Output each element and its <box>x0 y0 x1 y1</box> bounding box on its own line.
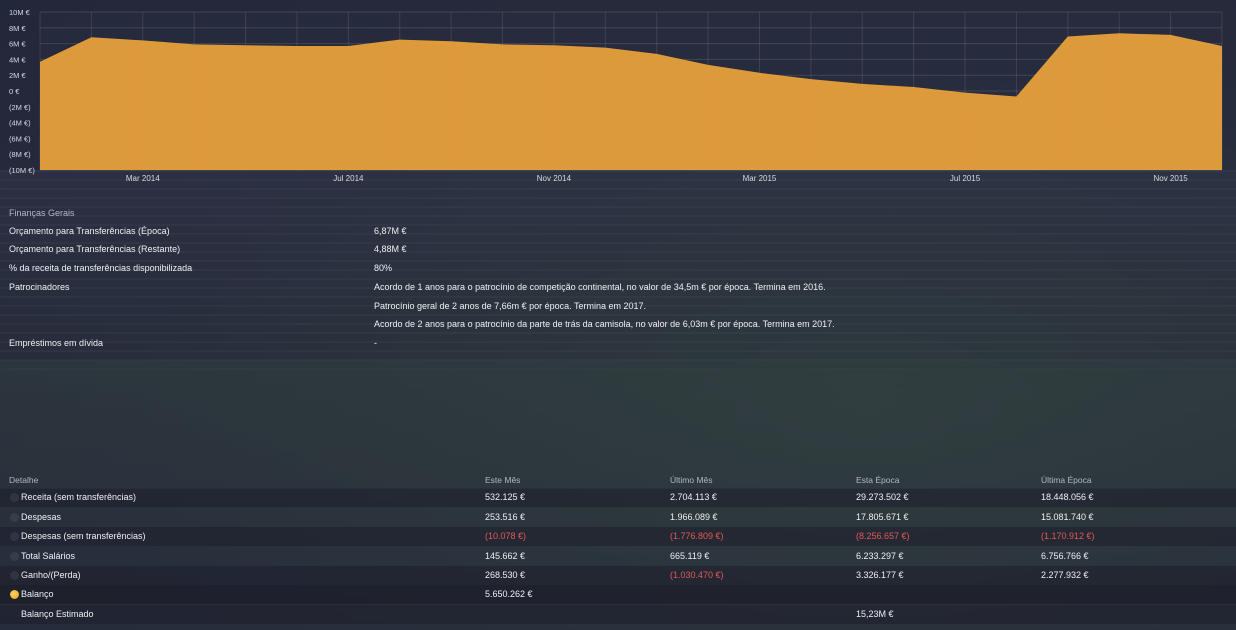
x-tick-label: Nov 2014 <box>537 174 572 183</box>
sponsor-deal-general: Patrocínio geral de 2 anos de 7,66m € po… <box>374 301 647 311</box>
cell-this-month: 268.530 € <box>485 570 526 580</box>
estimated-balance-label: Balanço Estimado <box>21 609 94 619</box>
x-tick-label: Mar 2014 <box>126 174 160 183</box>
header-last-season[interactable]: Última Época <box>1041 475 1092 485</box>
header-detail[interactable]: Detalhe <box>9 475 38 485</box>
fin-label: Patrocinadores <box>9 282 70 292</box>
y-tick-label: 0 € <box>9 87 20 96</box>
cell-this-month: (10.078 €) <box>485 531 527 541</box>
table-row[interactable]: Total Salários 145.662 € 665.119 € 6.233… <box>0 547 1236 566</box>
y-tick-label: 2M € <box>9 71 27 80</box>
row-label: Despesas (sem transferências) <box>21 531 146 541</box>
fin-value: 4,88M € <box>374 244 407 254</box>
row-bullet-icon <box>10 513 19 522</box>
y-tick-label: 10M € <box>9 8 31 17</box>
row-bullet-icon <box>10 532 19 541</box>
general-finances-title: Finanças Gerais <box>9 208 75 218</box>
fin-label: % da receita de transferências disponibi… <box>9 263 193 273</box>
cell-this-month: 532.125 € <box>485 492 526 502</box>
balance-row[interactable]: Balanço 5.650.262 € <box>0 585 1236 604</box>
table-row[interactable]: Ganho/(Perda) 268.530 € (1.030.470 €) 3.… <box>0 566 1236 585</box>
fin-row-loans: Empréstimos em dívida - <box>0 334 1236 352</box>
fin-row-sponsor-3: Acordo de 2 anos para o patrocínio da pa… <box>0 315 1236 333</box>
row-label: Ganho/(Perda) <box>21 570 81 580</box>
fin-row-sponsor-2: Patrocínio geral de 2 anos de 7,66m € po… <box>0 297 1236 315</box>
row-bullet-icon <box>10 552 19 561</box>
x-tick-label: Mar 2015 <box>743 174 777 183</box>
cell-last-season: 15.081.740 € <box>1041 512 1094 522</box>
y-tick-label: (6M €) <box>9 134 31 143</box>
table-row[interactable]: Despesas (sem transferências) (10.078 €)… <box>0 527 1236 546</box>
row-bullet-icon <box>10 493 19 502</box>
fin-row-transfer-budget-season: Orçamento para Transferências (Época) 6,… <box>0 222 1236 240</box>
row-label: Total Salários <box>21 551 76 561</box>
sponsor-deal-continental: Acordo de 1 anos para o patrocínio de co… <box>374 282 826 292</box>
y-tick-label: (4M €) <box>9 119 31 128</box>
cell-this-season: (8.256.657 €) <box>856 531 910 541</box>
finance-area-chart: 10M € 8M € 6M € 4M € 2M € 0 € (2M €) (4M €) (6M … <box>9 8 1223 183</box>
table-row[interactable]: Despesas 253.516 € 1.966.089 € 17.805.67… <box>0 508 1236 527</box>
header-last-month[interactable]: Último Mês <box>670 475 713 485</box>
cell-this-season: 3.326.177 € <box>856 570 904 580</box>
cell-this-season: 29.273.502 € <box>856 492 909 502</box>
balance-value: 5.650.262 € <box>485 589 533 599</box>
cell-this-month: 145.662 € <box>485 551 526 561</box>
cell-last-month: (1.776.809 €) <box>670 531 724 541</box>
fin-value: - <box>374 338 377 348</box>
x-tick-label: Nov 2015 <box>1153 174 1188 183</box>
fin-row-transfer-revenue-percent: % da receita de transferências disponibi… <box>0 259 1236 277</box>
row-label: Receita (sem transferências) <box>21 492 137 502</box>
cell-last-month: 1.966.089 € <box>670 512 718 522</box>
cell-this-month: 253.516 € <box>485 512 526 522</box>
fin-value: 80% <box>374 263 393 273</box>
table-row[interactable]: Receita (sem transferências) 532.125 € 2… <box>0 488 1236 507</box>
y-tick-label: 4M € <box>9 55 27 64</box>
sponsor-deal-shirt-back: Acordo de 2 anos para o patrocínio da pa… <box>374 319 835 329</box>
cell-last-season: 18.448.056 € <box>1041 492 1094 502</box>
row-bullet-icon <box>10 571 19 580</box>
y-tick-label: 8M € <box>9 24 27 33</box>
fin-label: Orçamento para Transferências (Restante) <box>9 244 181 254</box>
x-tick-label: Jul 2014 <box>333 174 364 183</box>
y-tick-label: (10M €) <box>9 166 35 175</box>
fin-label: Orçamento para Transferências (Época) <box>9 226 170 236</box>
cell-last-season: 6.756.766 € <box>1041 551 1089 561</box>
estimated-balance-row[interactable]: Balanço Estimado 15,23M € <box>0 605 1236 624</box>
cell-last-season: 2.277.932 € <box>1041 570 1089 580</box>
header-this-season[interactable]: Esta Época <box>856 475 899 485</box>
row-label: Despesas <box>21 512 62 522</box>
x-tick-label: Jul 2015 <box>950 174 981 183</box>
fin-row-transfer-budget-remaining: Orçamento para Transferências (Restante)… <box>0 240 1236 258</box>
y-tick-label: (8M €) <box>9 150 31 159</box>
cell-last-month: 2.704.113 € <box>670 492 717 502</box>
cell-last-season: (1.170.912 €) <box>1041 531 1095 541</box>
fin-value: 6,87M € <box>374 226 407 236</box>
fin-row-sponsors: Patrocinadores Acordo de 1 anos para o p… <box>0 278 1236 296</box>
header-this-month[interactable]: Este Mês <box>485 475 520 485</box>
coin-icon <box>10 590 19 599</box>
y-tick-label: (2M €) <box>9 103 31 112</box>
estimated-balance-value: 15,23M € <box>856 609 894 619</box>
balance-label: Balanço <box>21 589 54 599</box>
y-tick-label: 6M € <box>9 40 27 49</box>
detail-table-header: Detalhe Este Mês Último Mês Esta Época Ú… <box>0 470 1236 489</box>
cell-last-month: 665.119 € <box>670 551 710 561</box>
cell-this-season: 6.233.297 € <box>856 551 904 561</box>
cell-last-month: (1.030.470 €) <box>670 570 724 580</box>
cell-this-season: 17.805.671 € <box>856 512 909 522</box>
fin-label: Empréstimos em dívida <box>9 338 104 348</box>
